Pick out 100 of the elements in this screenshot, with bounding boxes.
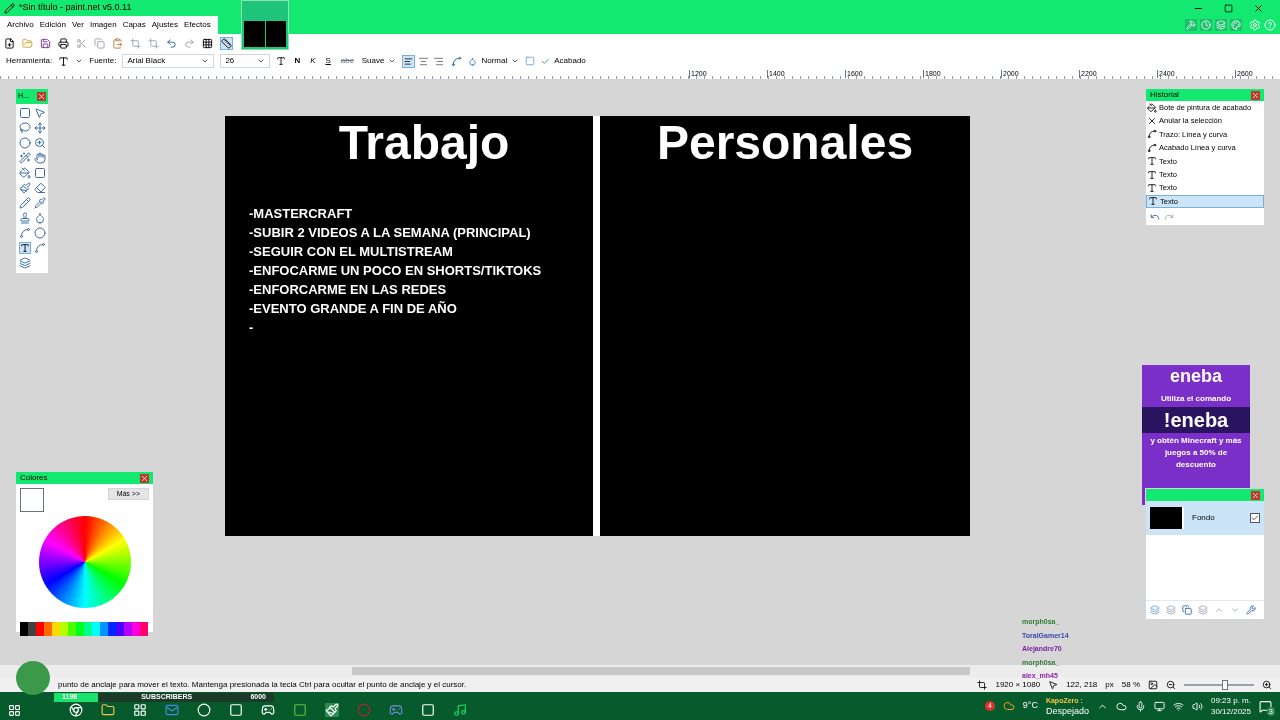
align-left-icon[interactable] xyxy=(402,54,416,68)
color-palette-drawing[interactable] xyxy=(20,622,149,636)
pointer-icon[interactable] xyxy=(33,107,46,119)
square-icon[interactable] xyxy=(33,167,46,179)
finish-button[interactable]: Acabado xyxy=(541,55,586,67)
menu-item[interactable]: Archivo xyxy=(4,19,37,31)
volume-icon[interactable] xyxy=(1191,700,1203,712)
zoom-out-icon[interactable] xyxy=(1166,679,1176,690)
pencil-icon[interactable] xyxy=(19,197,31,209)
strikethrough-button[interactable]: abc xyxy=(338,55,356,67)
app-icon xyxy=(4,2,15,14)
zoom-value[interactable]: 58 % xyxy=(1121,678,1140,691)
visibility-checkbox[interactable] xyxy=(1250,513,1260,523)
folder-icon[interactable] xyxy=(101,703,115,717)
caret-icon xyxy=(201,57,210,65)
zoom-icon[interactable] xyxy=(33,137,46,149)
close-icon[interactable] xyxy=(1253,2,1264,14)
promo-text: Utiliza el comando xyxy=(1160,393,1232,405)
notifications-icon[interactable] xyxy=(1259,699,1272,713)
paint-icon[interactable] xyxy=(325,703,339,717)
undo-icon[interactable] xyxy=(166,37,177,49)
weather-icon[interactable] xyxy=(1002,700,1015,712)
primary-secondary-swatch[interactable] xyxy=(20,488,44,512)
weather-text[interactable]: Despejado xyxy=(1045,706,1089,716)
start-icon[interactable] xyxy=(8,703,21,717)
print-icon[interactable] xyxy=(58,37,69,49)
rectangle-select-icon[interactable] xyxy=(19,107,31,119)
new-file-icon[interactable] xyxy=(4,37,15,49)
menu-item[interactable]: Capas xyxy=(119,19,149,31)
menu-item[interactable]: Ajustes xyxy=(148,19,181,31)
image-tab[interactable] xyxy=(241,0,289,50)
browser-icon[interactable] xyxy=(69,703,83,717)
image-icon[interactable] xyxy=(1148,679,1158,690)
ellipse-select-icon[interactable] xyxy=(19,137,31,149)
shapes-icon[interactable] xyxy=(19,257,31,269)
font-label: Fuente: xyxy=(89,55,117,67)
menu-item[interactable]: Efectos xyxy=(181,19,214,31)
maximize-icon[interactable] xyxy=(1224,3,1233,13)
temperature[interactable]: 9°C xyxy=(1022,699,1038,713)
clock-time[interactable]: 09:23 p. m. xyxy=(1210,695,1251,706)
record-icon[interactable] xyxy=(197,703,211,717)
unit-selector[interactable]: px xyxy=(1105,678,1114,691)
lasso-icon[interactable] xyxy=(19,122,31,134)
grid-icon[interactable] xyxy=(202,37,213,49)
zoom-slider-thumb[interactable] xyxy=(1222,679,1229,690)
canvas-text-line: -EVENTO GRANDE A FIN DE AÑO xyxy=(249,300,458,318)
clock-date[interactable]: 30/12/2025 xyxy=(1210,706,1251,717)
layer-name: Fondo xyxy=(1192,512,1215,524)
canvas-text-line: -SEGUIR CON EL MULTISTREAM xyxy=(249,243,454,261)
hand-icon[interactable] xyxy=(33,152,46,164)
mail-icon[interactable] xyxy=(165,703,179,717)
display-icon[interactable] xyxy=(1153,700,1165,712)
check-icon xyxy=(1251,514,1259,522)
blend-mode-dropdown[interactable]: Normal xyxy=(468,55,520,67)
caret-icon xyxy=(388,57,397,65)
text-tool-icon[interactable] xyxy=(58,55,70,67)
game-icon[interactable] xyxy=(261,703,275,717)
droplet-icon[interactable] xyxy=(33,212,46,224)
colors-panel-icon[interactable] xyxy=(1230,19,1242,31)
store-icon[interactable] xyxy=(133,703,147,717)
move-icon[interactable] xyxy=(33,122,46,134)
network-icon[interactable] xyxy=(1172,700,1184,712)
tool-label: Herramienta: xyxy=(6,55,53,67)
bold-button[interactable]: N xyxy=(292,55,303,67)
menu-item[interactable]: Edición xyxy=(36,19,69,31)
text-tool-icon[interactable] xyxy=(19,242,31,254)
layer-thumbnail xyxy=(1150,507,1184,529)
wand-icon[interactable] xyxy=(19,152,31,164)
curve-icon[interactable] xyxy=(19,227,31,239)
size-dropdown[interactable]: 26 xyxy=(220,54,271,68)
curve-icon[interactable] xyxy=(451,55,463,67)
zoom-in-icon[interactable] xyxy=(1262,679,1272,690)
canvas-text-line: - xyxy=(249,319,255,337)
duplicate-layer-icon[interactable] xyxy=(1182,605,1192,615)
save-icon[interactable] xyxy=(40,37,51,49)
layer-row[interactable]: Fondo xyxy=(1146,501,1264,535)
line-icon[interactable] xyxy=(33,242,46,254)
stamp-icon[interactable] xyxy=(19,212,31,224)
microphone-icon[interactable] xyxy=(1134,700,1146,712)
properties-icon[interactable] xyxy=(1246,605,1256,615)
underline-button[interactable]: S xyxy=(323,55,333,67)
eraser-icon[interactable] xyxy=(33,182,46,194)
italic-button[interactable]: K xyxy=(308,55,318,67)
menu-item[interactable]: Ver xyxy=(68,19,87,31)
undo-icon[interactable] xyxy=(1150,212,1160,223)
picker-icon[interactable] xyxy=(33,197,46,209)
menu-item[interactable]: Imagen xyxy=(86,19,120,31)
antialias-dropdown[interactable]: Suave xyxy=(361,55,397,67)
font-fill-icon[interactable] xyxy=(276,56,287,66)
bucket-icon[interactable] xyxy=(19,167,31,179)
music-icon[interactable] xyxy=(453,703,467,717)
app-icon[interactable] xyxy=(229,703,243,717)
paste-icon[interactable] xyxy=(112,37,123,49)
canvas[interactable]: Trabajo -MASTERCRAFT -SUBIR 2 VIDEOS A LA SEMANA (PRINCIPAL) -SEGUIR CON EL MULTISTREAM -ENFOCARME UN POCO EN SHORTS/TIKTOKS -ENFORCARME EN LAS REDES -EVENTO GRANDE A FIN DE AÑO - Personales xyxy=(225,116,970,536)
ruler-icon[interactable] xyxy=(220,36,233,50)
brush-icon[interactable] xyxy=(19,182,31,194)
font-dropdown[interactable]: Arial Black xyxy=(122,54,215,68)
caret-icon[interactable] xyxy=(75,57,84,65)
scrollbar-thumb[interactable] xyxy=(352,667,970,675)
cloud-icon[interactable] xyxy=(1115,700,1127,712)
